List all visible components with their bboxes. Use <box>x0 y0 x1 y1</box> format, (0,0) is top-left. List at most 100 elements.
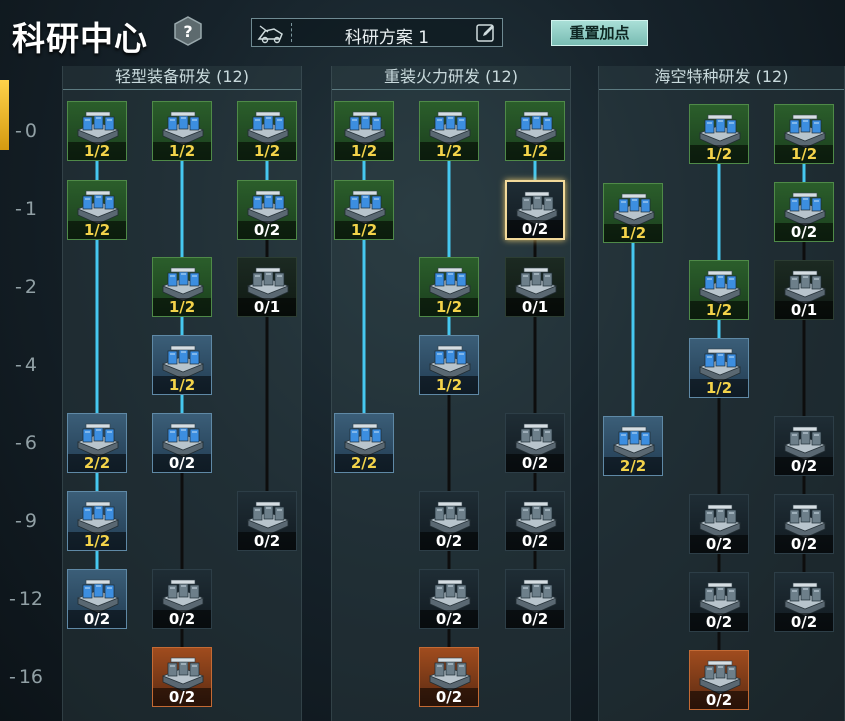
tech-node[interactable]: 1/2 <box>419 335 479 395</box>
help-button[interactable]: ? <box>173 16 203 46</box>
tech-node-level: 0/2 <box>238 532 296 550</box>
tech-node[interactable]: 0/2 <box>505 491 565 551</box>
tech-node[interactable]: 0/1 <box>237 257 297 317</box>
tech-node-level: 0/2 <box>775 223 833 241</box>
tech-node-level: 0/2 <box>775 457 833 475</box>
tech-node[interactable]: 0/2 <box>152 413 212 473</box>
tech-node-level: 0/1 <box>238 298 296 316</box>
tech-node[interactable]: 1/2 <box>67 180 127 240</box>
tech-node[interactable]: 0/2 <box>774 494 834 554</box>
tech-node[interactable]: 1/2 <box>689 260 749 320</box>
tech-node-level: 1/2 <box>420 298 478 316</box>
tech-node-level: 0/2 <box>68 610 126 628</box>
tech-node[interactable]: 0/2 <box>689 650 749 710</box>
tech-node-level: 0/1 <box>506 298 564 316</box>
tech-node-level: 1/2 <box>506 142 564 160</box>
tech-node-level: 1/2 <box>420 376 478 394</box>
tech-node-level: 1/2 <box>420 142 478 160</box>
tech-node-level: 0/2 <box>506 610 564 628</box>
branch-header: 轻型装备研发 (12) <box>63 66 301 90</box>
tech-node-level: 1/2 <box>68 532 126 550</box>
reset-points-button[interactable]: 重置加点 <box>551 20 648 46</box>
edit-icon[interactable] <box>475 22 497 44</box>
tech-node-level: 0/2 <box>690 613 748 631</box>
tech-node[interactable]: 0/1 <box>505 257 565 317</box>
tech-node[interactable]: 2/2 <box>67 413 127 473</box>
tech-node[interactable]: 0/2 <box>152 569 212 629</box>
tech-node[interactable]: 2/2 <box>603 416 663 476</box>
tech-node-level: 0/2 <box>507 220 563 238</box>
tech-node[interactable]: 0/2 <box>419 647 479 707</box>
tech-node-level: 1/2 <box>690 379 748 397</box>
tech-node[interactable]: 0/2 <box>774 416 834 476</box>
tech-node-level: 2/2 <box>335 454 393 472</box>
tech-node-level: 0/2 <box>153 688 211 706</box>
tech-node-level: 0/2 <box>690 535 748 553</box>
tech-node[interactable]: 0/2 <box>505 569 565 629</box>
vehicle-icon <box>257 25 283 44</box>
tech-node-level: 1/2 <box>775 145 833 163</box>
row-label: 0 <box>0 120 52 142</box>
tech-node-level: 0/2 <box>506 532 564 550</box>
tech-node-level: 1/2 <box>335 221 393 239</box>
tech-node-level: 0/2 <box>420 688 478 706</box>
branch-header: 海空特种研发 (12) <box>599 66 844 90</box>
tech-node-level: 0/2 <box>420 532 478 550</box>
tech-node-level: 2/2 <box>68 454 126 472</box>
row-label: 16 <box>0 666 52 688</box>
tech-node[interactable]: 0/2 <box>152 647 212 707</box>
tech-node[interactable]: 0/2 <box>774 572 834 632</box>
tech-node[interactable]: 0/2 <box>505 180 565 240</box>
tech-node[interactable]: 1/2 <box>505 101 565 161</box>
tech-node-level: 1/2 <box>153 376 211 394</box>
tech-node[interactable]: 0/2 <box>67 569 127 629</box>
tech-node[interactable]: 1/2 <box>689 104 749 164</box>
tech-node[interactable]: 1/2 <box>334 180 394 240</box>
tech-node-level: 1/2 <box>604 224 662 242</box>
row-label: 9 <box>0 510 52 532</box>
tech-node-level: 1/2 <box>68 142 126 160</box>
row-label: 1 <box>0 198 52 220</box>
tech-node-level: 1/2 <box>238 142 296 160</box>
tech-node[interactable]: 0/2 <box>237 491 297 551</box>
tech-node-level: 1/2 <box>153 142 211 160</box>
row-label: 4 <box>0 354 52 376</box>
research-center-screen: 科研中心 ? 科研方案 1 重置加点 0 1 2 4 6 9 12 16 轻型装… <box>0 0 845 721</box>
tech-node[interactable]: 0/2 <box>689 572 749 632</box>
tech-node-level: 1/2 <box>690 145 748 163</box>
plan-name: 科研方案 1 <box>344 28 430 48</box>
tech-node[interactable]: 1/2 <box>152 257 212 317</box>
tech-node[interactable]: 2/2 <box>334 413 394 473</box>
tech-node[interactable]: 0/2 <box>505 413 565 473</box>
tech-node[interactable]: 1/2 <box>419 101 479 161</box>
row-label: 6 <box>0 432 52 454</box>
tech-node-level: 1/2 <box>690 301 748 319</box>
tech-node[interactable]: 1/2 <box>774 104 834 164</box>
tech-node[interactable]: 1/2 <box>152 335 212 395</box>
tech-node[interactable]: 1/2 <box>67 491 127 551</box>
tech-node[interactable]: 0/2 <box>774 182 834 242</box>
row-label: 2 <box>0 276 52 298</box>
tech-node[interactable]: 0/2 <box>237 180 297 240</box>
tech-node-level: 0/2 <box>238 221 296 239</box>
tech-node[interactable]: 1/2 <box>419 257 479 317</box>
tech-node[interactable]: 1/2 <box>237 101 297 161</box>
tech-node[interactable]: 1/2 <box>689 338 749 398</box>
tech-node[interactable]: 0/2 <box>419 569 479 629</box>
tech-node[interactable]: 0/2 <box>419 491 479 551</box>
svg-text:?: ? <box>183 22 192 41</box>
tech-node-level: 1/2 <box>153 298 211 316</box>
branch-header: 重装火力研发 (12) <box>332 66 570 90</box>
row-label: 12 <box>0 588 52 610</box>
tech-node[interactable]: 1/2 <box>67 101 127 161</box>
tech-node[interactable]: 0/1 <box>774 260 834 320</box>
plan-selector[interactable]: 科研方案 1 <box>251 18 503 48</box>
tech-node-level: 2/2 <box>604 457 662 475</box>
tech-node[interactable]: 1/2 <box>603 183 663 243</box>
tech-node[interactable]: 0/2 <box>689 494 749 554</box>
tech-node-level: 1/2 <box>335 142 393 160</box>
tech-node[interactable]: 1/2 <box>334 101 394 161</box>
tech-node[interactable]: 1/2 <box>152 101 212 161</box>
tech-node-level: 0/2 <box>775 613 833 631</box>
tech-node-level: 0/2 <box>420 610 478 628</box>
